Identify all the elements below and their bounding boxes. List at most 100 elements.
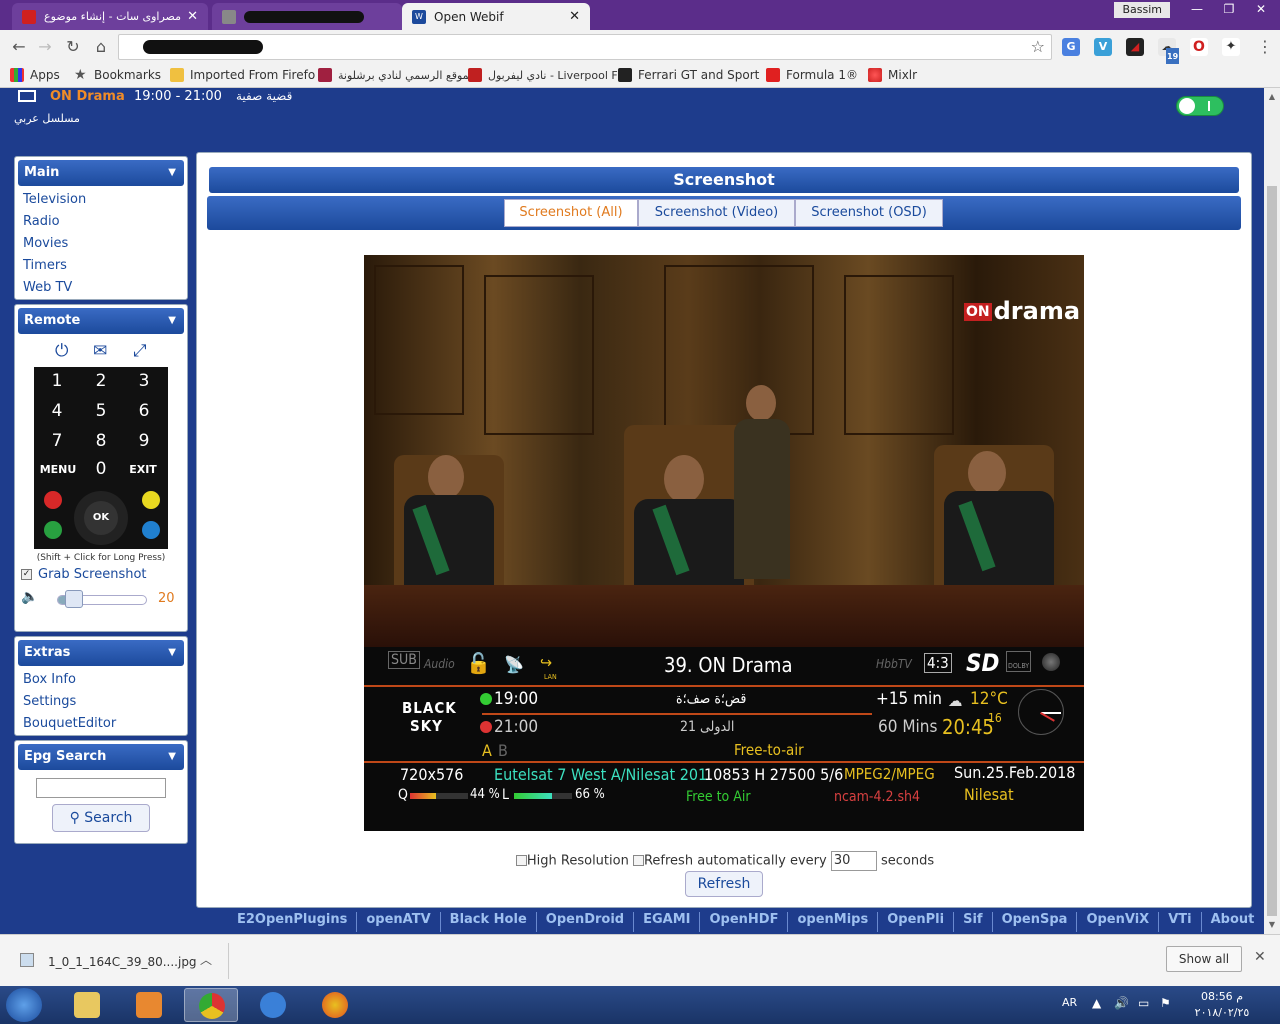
grab-screenshot-checkbox[interactable]: ✓: [21, 569, 32, 580]
minimize-icon[interactable]: —: [1182, 0, 1212, 18]
bookmark-apps[interactable]: Apps: [10, 68, 60, 82]
nav-movies[interactable]: Movies: [15, 233, 187, 255]
footer-link[interactable]: VTi: [1159, 912, 1202, 932]
chevron-down-icon[interactable]: ▼: [168, 160, 176, 186]
footer-link[interactable]: OpenPli: [878, 912, 955, 932]
epg-search-input[interactable]: [36, 778, 166, 798]
footer-link[interactable]: Sif: [954, 912, 993, 932]
footer-link[interactable]: E2OpenPlugins: [228, 912, 358, 932]
grab-screenshot-row[interactable]: ✓ Grab Screenshot: [15, 567, 187, 582]
menu-icon[interactable]: ⋮: [1254, 36, 1276, 58]
epg-search-header[interactable]: Epg Search ▼: [18, 744, 184, 770]
bookmark-bookmarks[interactable]: ★ Bookmarks: [74, 68, 161, 82]
nav-radio[interactable]: Radio: [15, 211, 187, 233]
tab-screenshot-osd[interactable]: Screenshot (OSD): [795, 199, 943, 227]
fullscreen-icon[interactable]: ⤢: [133, 341, 147, 361]
back-icon[interactable]: ←: [8, 36, 30, 58]
footer-link[interactable]: About: [1202, 912, 1264, 932]
key-1[interactable]: 1: [37, 371, 77, 391]
key-8[interactable]: 8: [81, 431, 121, 451]
language-indicator[interactable]: AR: [1062, 996, 1077, 1009]
chevron-up-icon[interactable]: ︿: [200, 951, 212, 968]
forward-icon[interactable]: →: [34, 36, 56, 58]
show-all-button[interactable]: Show all: [1166, 946, 1242, 972]
address-bar[interactable]: ☆: [118, 34, 1052, 60]
message-icon[interactable]: ✉: [93, 341, 107, 361]
speaker-icon[interactable]: 🔈: [21, 589, 38, 605]
start-button[interactable]: [6, 988, 42, 1022]
reload-icon[interactable]: ↻: [62, 36, 84, 58]
footer-link[interactable]: Black Hole: [441, 912, 537, 932]
flag-tray-icon[interactable]: ⚑: [1160, 996, 1171, 1010]
close-tab-icon[interactable]: ✕: [187, 9, 198, 24]
bookmark-star-icon[interactable]: ☆: [1031, 37, 1045, 56]
opera-extension-icon[interactable]: O: [1190, 38, 1208, 56]
close-icon[interactable]: ✕: [1254, 949, 1266, 965]
page-scrollbar[interactable]: ▲ ▼: [1264, 88, 1280, 934]
refresh-button[interactable]: Refresh: [685, 871, 763, 897]
chevron-down-icon[interactable]: ▼: [168, 640, 176, 666]
red-key[interactable]: [44, 491, 62, 509]
high-resolution-checkbox[interactable]: [515, 854, 527, 866]
main-menu-header[interactable]: Main ▼: [18, 160, 184, 186]
extras-header[interactable]: Extras ▼: [18, 640, 184, 666]
tab-redacted[interactable]: [212, 3, 402, 30]
key-menu[interactable]: MENU: [38, 463, 78, 476]
key-7[interactable]: 7: [37, 431, 77, 451]
twitter-extension-icon[interactable]: ✦: [1222, 38, 1240, 56]
chevron-down-icon[interactable]: ▼: [168, 744, 176, 770]
key-4[interactable]: 4: [37, 401, 77, 421]
restore-icon[interactable]: ❐: [1214, 0, 1244, 18]
tray-arrow-icon[interactable]: ▲: [1092, 996, 1101, 1010]
bookmark-ferrari[interactable]: Ferrari GT and Sport: [618, 68, 759, 82]
footer-link[interactable]: OpenHDF: [700, 912, 789, 932]
footer-link[interactable]: EGAMI: [634, 912, 701, 932]
bookmark-barcelona[interactable]: الموقع الرسمي لنادي برشلونة: [318, 68, 475, 82]
nav-web-tv[interactable]: Web TV: [15, 277, 187, 299]
ok-button[interactable]: OK: [84, 501, 118, 535]
current-channel[interactable]: ON Drama: [50, 89, 125, 104]
bookmark-formula1[interactable]: Formula 1®: [766, 68, 858, 82]
refresh-interval-input[interactable]: 30: [830, 851, 877, 871]
bookmark-mixlr[interactable]: Mixlr: [868, 68, 917, 82]
taskbar-chrome[interactable]: [184, 988, 238, 1022]
taskbar-firefox[interactable]: [308, 988, 362, 1022]
profile-button[interactable]: Bassim: [1114, 2, 1170, 18]
taskbar-explorer[interactable]: [60, 988, 114, 1022]
nav-settings[interactable]: Settings: [15, 691, 187, 713]
scrollbar-thumb[interactable]: [1267, 186, 1277, 916]
key-3[interactable]: 3: [124, 371, 164, 391]
nav-box-info[interactable]: Box Info: [15, 669, 187, 691]
scroll-up-icon[interactable]: ▲: [1264, 92, 1280, 101]
key-6[interactable]: 6: [124, 401, 164, 421]
bookmark-imported[interactable]: Imported From Firefo: [170, 68, 315, 82]
blue-key[interactable]: [142, 521, 160, 539]
auto-refresh-checkbox[interactable]: [632, 854, 644, 866]
taskbar-time[interactable]: 08:56 م: [1182, 990, 1262, 1003]
network-tray-icon[interactable]: ▭: [1138, 996, 1149, 1010]
volume-tray-icon[interactable]: 🔊: [1114, 996, 1129, 1010]
tab-open-webif[interactable]: W Open Webif ✕: [402, 3, 590, 30]
nav-bouquet-editor[interactable]: BouquetEditor: [15, 713, 187, 735]
close-tab-icon[interactable]: ✕: [569, 9, 580, 24]
yellow-key[interactable]: [142, 491, 160, 509]
key-9[interactable]: 9: [124, 431, 164, 451]
taskbar-media[interactable]: [122, 988, 176, 1022]
taskbar-ie[interactable]: [246, 988, 300, 1022]
footer-link[interactable]: openMips: [788, 912, 879, 932]
close-window-icon[interactable]: ✕: [1246, 0, 1276, 18]
tab-screenshot-all[interactable]: Screenshot (All): [504, 199, 638, 227]
key-exit[interactable]: EXIT: [123, 463, 163, 476]
translate-extension-icon[interactable]: G: [1062, 38, 1080, 56]
epg-search-button[interactable]: ⚲ Search: [52, 804, 150, 832]
nav-timers[interactable]: Timers: [15, 255, 187, 277]
key-2[interactable]: 2: [81, 371, 121, 391]
cloud-extension-icon[interactable]: ☁ 19: [1158, 38, 1180, 66]
footer-link[interactable]: OpenViX: [1077, 912, 1160, 932]
green-key[interactable]: [44, 521, 62, 539]
power-toggle[interactable]: [1176, 96, 1224, 116]
volume-handle[interactable]: [65, 590, 83, 608]
remote-header[interactable]: Remote ▼: [18, 308, 184, 334]
key-5[interactable]: 5: [81, 401, 121, 421]
downloaded-file[interactable]: 1_0_1_164C_39_80....jpg: [48, 955, 197, 969]
